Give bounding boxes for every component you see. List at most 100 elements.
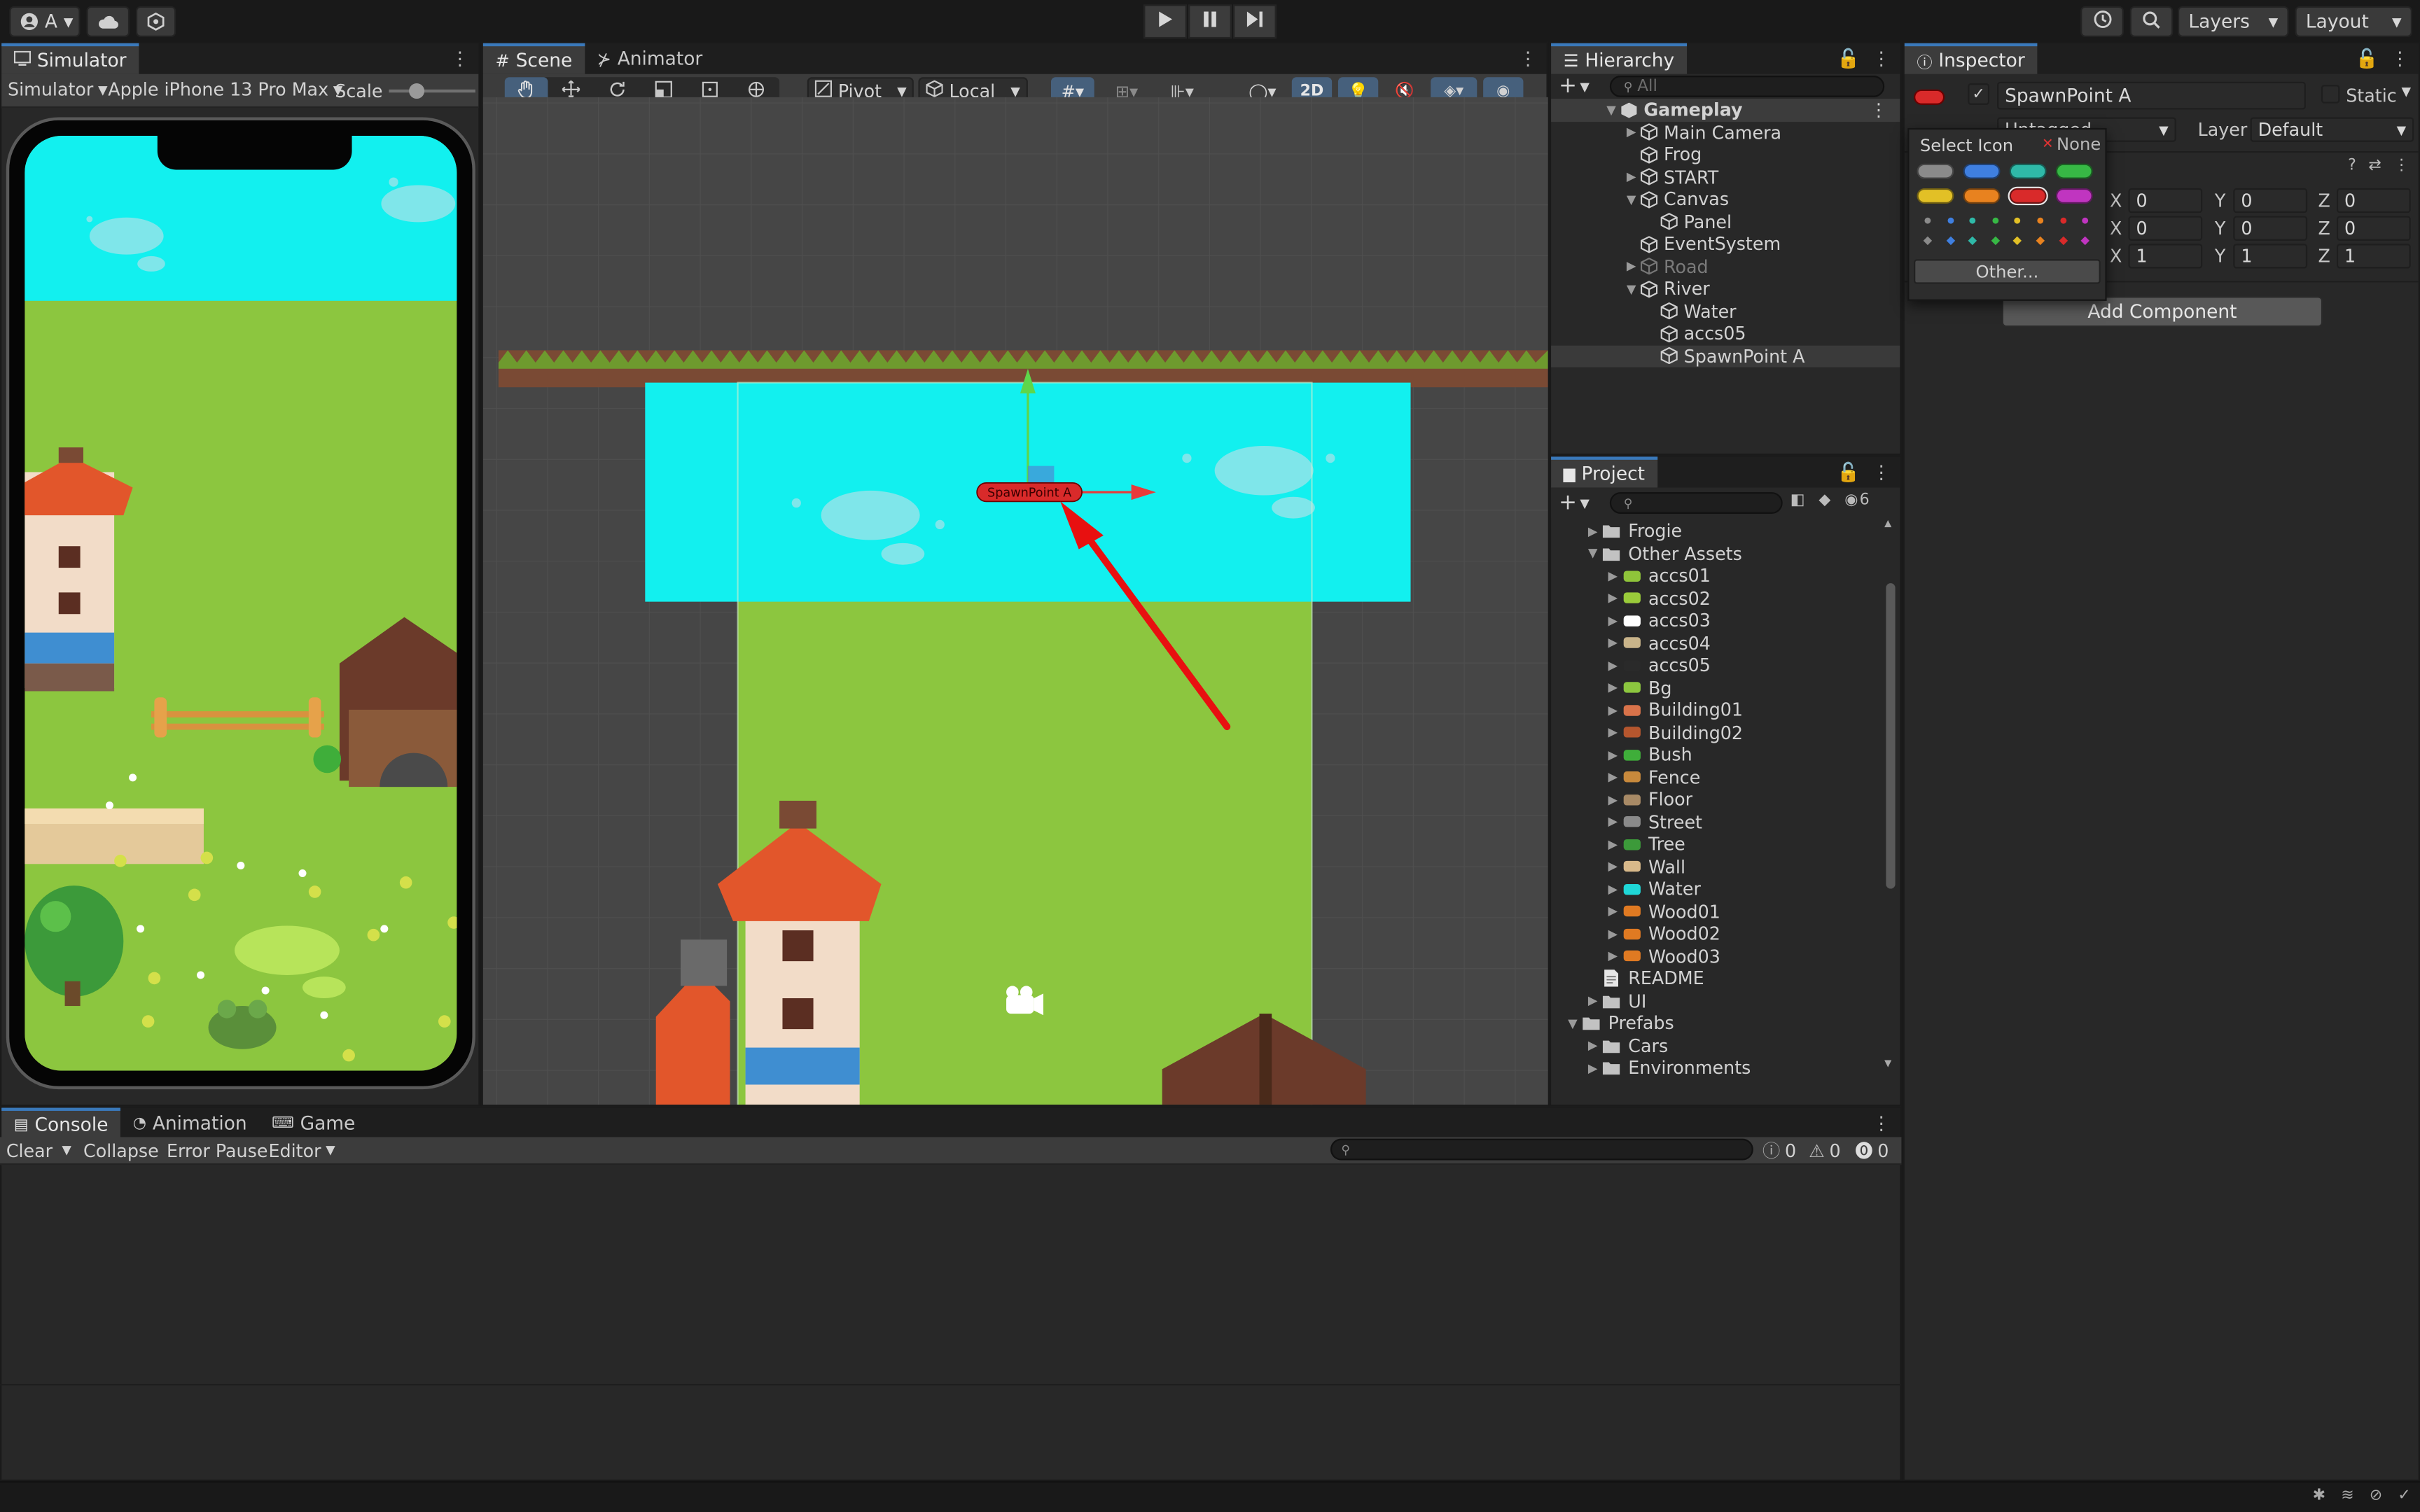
project-item[interactable]: ▶ Frogie [1551,520,1882,542]
scale-y-field[interactable]: 1 [2233,244,2308,269]
expand-arrow-icon[interactable]: ▼ [1565,1016,1580,1030]
project-search-field[interactable]: ⚲ [1609,492,1783,514]
project-item[interactable]: ▶ Water [1551,878,1882,900]
rotation-x-field[interactable]: 0 [2128,216,2203,241]
account-dropdown[interactable]: A ▼ [9,6,81,37]
collapse-arrow-icon[interactable]: ▶ [1605,592,1620,606]
dot-icon-swatch[interactable] [1969,217,1976,224]
project-item[interactable]: README [1551,967,1882,990]
project-item[interactable]: ▶ Bg [1551,676,1882,699]
collapse-arrow-icon[interactable]: ▶ [1605,837,1620,851]
object-icon-pill[interactable] [1914,89,1945,105]
game-preview[interactable] [25,135,457,1071]
layers-dropdown[interactable]: Layers ▼ [2177,6,2289,37]
project-item[interactable]: ▶ Wood02 [1551,923,1882,945]
project-item[interactable]: ▶ Building02 [1551,721,1882,743]
console-search-field[interactable]: ⚲ [1330,1138,1753,1161]
project-item[interactable]: ▶ Cars [1551,1035,1882,1057]
position-y-field[interactable]: 0 [2233,188,2308,214]
hierarchy-item[interactable]: Panel [1551,211,1900,233]
lock-icon[interactable]: 🔓 [1837,48,1860,69]
label-color-swatch[interactable] [1917,163,1954,179]
project-item[interactable]: ▶ accs05 [1551,654,1882,677]
tab-scene[interactable]: # Scene [482,43,585,74]
hierarchy-item[interactable]: SpawnPoint A [1551,344,1900,368]
diamond-icon-swatch[interactable] [2080,236,2090,246]
kebab-menu-icon[interactable]: ⋮ [1870,99,1887,121]
diamond-icon-swatch[interactable] [1991,236,2000,246]
dot-icon-swatch[interactable] [2037,217,2044,224]
project-scrollbar[interactable]: ▲ ▼ [1883,519,1898,1074]
collapse-arrow-icon[interactable]: ▶ [1605,748,1620,762]
collapse-arrow-icon[interactable]: ▶ [1605,792,1620,806]
active-checkbox[interactable]: ✓ [1968,83,1990,105]
kebab-menu-icon[interactable]: ⋮ [2394,158,2409,174]
clear-dropdown[interactable]: Clear ▼ [6,1139,71,1162]
collapse-arrow-icon[interactable]: ▶ [1605,681,1620,695]
tab-project[interactable]: ▆ Project [1551,456,1657,488]
hierarchy-item[interactable]: ▼ Gameplay ⋮ [1551,99,1900,122]
dot-icon-swatch[interactable] [1947,217,1954,224]
tab-console[interactable]: ▤ Console [1,1107,121,1139]
label-color-swatch[interactable] [2055,188,2093,204]
collapse-arrow-icon[interactable]: ▶ [1605,636,1620,650]
tab-animation[interactable]: ◔ Animation [120,1108,259,1139]
collapse-arrow-icon[interactable]: ▶ [1605,569,1620,583]
expand-arrow-icon[interactable]: ▼ [1604,103,1619,117]
label-color-swatch[interactable] [1963,188,2001,204]
scene-viewport[interactable]: SpawnPoint A [482,97,1548,1105]
collapse-arrow-icon[interactable]: ▶ [1605,927,1620,941]
rotation-z-field[interactable]: 0 [2336,216,2411,241]
scene-canvas[interactable]: SpawnPoint A [482,97,1548,1105]
project-item[interactable]: ▶ Floor [1551,788,1882,811]
collapse-arrow-icon[interactable]: ▶ [1585,524,1601,538]
play-button[interactable] [1143,4,1187,39]
project-item[interactable]: ▶ Building01 [1551,699,1882,721]
dot-icon-swatch[interactable] [2015,217,2022,224]
position-z-field[interactable]: 0 [2336,188,2411,214]
tab-inspector[interactable]: ⓘ Inspector [1904,43,2038,74]
collapse-arrow-icon[interactable]: ▶ [1585,994,1601,1008]
collapse-arrow-icon[interactable]: ▶ [1624,170,1639,184]
project-item[interactable]: ▶ Bush [1551,743,1882,766]
device-dropdown[interactable]: Apple iPhone 13 Pro Max ▼ [108,78,342,100]
project-item[interactable]: ▼ Prefabs [1551,1012,1882,1035]
collapse-arrow-icon[interactable]: ▶ [1624,260,1639,274]
collapse-arrow-icon[interactable]: ▶ [1624,125,1639,139]
diamond-icon-swatch[interactable] [2058,236,2068,246]
collapse-arrow-icon[interactable]: ▶ [1605,904,1620,918]
expand-arrow-icon[interactable]: ▼ [1624,282,1639,296]
project-item[interactable]: ▶ Fence [1551,766,1882,788]
tab-hierarchy[interactable]: ☰ Hierarchy [1551,43,1687,74]
kebab-menu-icon[interactable]: ⋮ [1872,461,1891,483]
static-checkbox[interactable] [2321,85,2340,104]
collapse-arrow-icon[interactable]: ▶ [1605,659,1620,673]
check-status-icon[interactable]: ✓ [2398,1488,2410,1504]
collapse-arrow-icon[interactable]: ▶ [1605,882,1620,896]
hierarchy-search-field[interactable]: ⚲ All [1609,76,1885,97]
lock-icon[interactable]: 🔓 [1837,461,1860,483]
project-item[interactable]: ▶ Wood03 [1551,945,1882,967]
step-button[interactable] [1233,4,1277,39]
dot-icon-swatch[interactable] [1992,217,1998,224]
spawnpoint-label-gizmo[interactable]: SpawnPoint A [976,482,1083,503]
log-filter-toggle[interactable]: ⓘ 0 [1762,1139,1796,1162]
pause-button[interactable] [1188,4,1232,39]
kebab-menu-icon[interactable]: ⋮ [1872,48,1891,69]
expand-arrow-icon[interactable]: ▼ [1624,192,1639,206]
layer-dropdown[interactable]: Default ▼ [2250,117,2414,142]
collapse-arrow-icon[interactable]: ▶ [1605,949,1620,963]
collapse-arrow-icon[interactable]: ▶ [1605,725,1620,739]
dot-icon-swatch[interactable] [2059,217,2066,224]
project-item[interactable]: ▶ Tree [1551,833,1882,855]
diamond-icon-swatch[interactable] [1968,236,1977,246]
warning-filter-toggle[interactable]: ⚠ 0 [1809,1139,1840,1162]
hierarchy-item[interactable]: EventSystem [1551,233,1900,255]
tab-game[interactable]: ⌨ Game [259,1108,368,1139]
collapse-arrow-icon[interactable]: ▶ [1605,770,1620,784]
progress-layers-icon[interactable]: ≋ [2341,1488,2353,1504]
hierarchy-item[interactable]: ▼ River [1551,278,1900,300]
project-create-dropdown[interactable]: + ▼ [1559,491,1590,515]
scale-slider[interactable] [389,89,475,93]
hierarchy-item[interactable]: Frog [1551,144,1900,166]
